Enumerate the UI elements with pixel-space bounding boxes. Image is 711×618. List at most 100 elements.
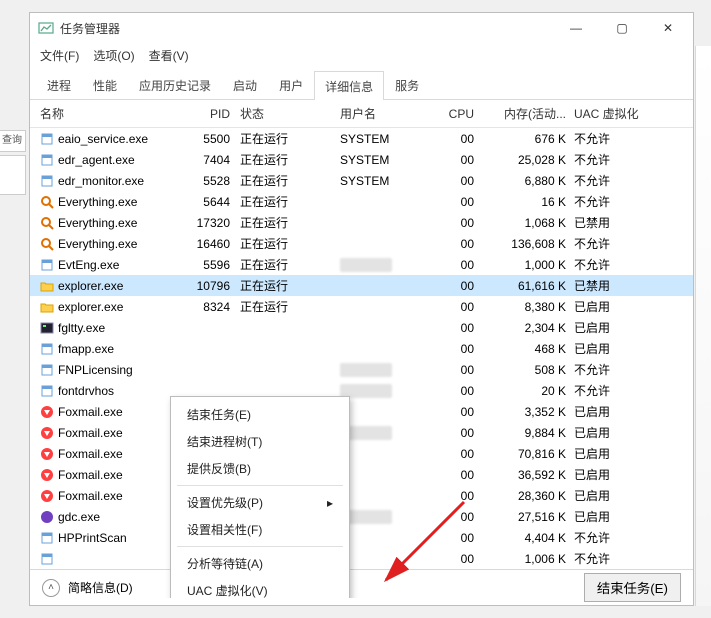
table-row[interactable]: edr_monitor.exe5528正在运行SYSTEM006,880 K不允… <box>30 170 693 191</box>
cell-pid: 17320 <box>188 216 240 230</box>
cell-status: 正在运行 <box>240 172 340 189</box>
cell-cpu: 00 <box>430 258 474 272</box>
cell-memory: 1,006 K <box>474 552 566 566</box>
tab-services[interactable]: 服务 <box>384 70 430 99</box>
tab-performance[interactable]: 性能 <box>82 70 128 99</box>
table-row[interactable]: Foxmail.exe0028,360 K已启用 <box>30 485 693 506</box>
table-row[interactable]: Foxmail.exe0070,816 K已启用 <box>30 443 693 464</box>
col-status[interactable]: 状态 <box>240 105 340 122</box>
table-row[interactable]: Foxmail.exe0036,592 K已启用 <box>30 464 693 485</box>
menu-file[interactable]: 文件(F) <box>40 47 79 64</box>
context-menu-item[interactable]: 设置优先级(P)▸ <box>173 489 347 516</box>
col-uac[interactable]: UAC 虚拟化 <box>566 105 646 122</box>
cell-name: Foxmail.exe <box>58 426 123 440</box>
table-row[interactable]: Foxmail.exe009,884 K已启用 <box>30 422 693 443</box>
cell-uac: 已启用 <box>566 508 646 525</box>
end-task-button[interactable]: 结束任务(E) <box>584 573 681 602</box>
cell-uac: 已启用 <box>566 466 646 483</box>
tab-app-history[interactable]: 应用历史记录 <box>128 70 222 99</box>
minimize-button[interactable]: — <box>553 13 599 43</box>
cell-memory: 70,816 K <box>474 447 566 461</box>
cell-name: eaio_service.exe <box>58 132 148 146</box>
table-row[interactable]: Everything.exe5644正在运行0016 K不允许 <box>30 191 693 212</box>
cell-cpu: 00 <box>430 342 474 356</box>
table-row[interactable]: HPPrintScan004,404 K不允许 <box>30 527 693 548</box>
cell-status: 正在运行 <box>240 193 340 210</box>
tab-users[interactable]: 用户 <box>268 70 314 99</box>
table-row[interactable]: FNPLicensing00508 K不允许 <box>30 359 693 380</box>
cell-cpu: 00 <box>430 153 474 167</box>
table-row[interactable]: edr_agent.exe7404正在运行SYSTEM0025,028 K不允许 <box>30 149 693 170</box>
menu-view[interactable]: 查看(V) <box>149 47 189 64</box>
maximize-button[interactable]: ▢ <box>599 13 645 43</box>
cell-memory: 136,608 K <box>474 237 566 251</box>
cell-cpu: 00 <box>430 405 474 419</box>
cell-memory: 9,884 K <box>474 426 566 440</box>
tab-processes[interactable]: 进程 <box>36 70 82 99</box>
brief-info-link[interactable]: 简略信息(D) <box>68 579 133 596</box>
col-memory[interactable]: 内存(活动... <box>474 105 566 122</box>
table-row[interactable]: explorer.exe10796正在运行0061,616 K已禁用 <box>30 275 693 296</box>
menu-separator <box>177 546 343 547</box>
context-menu-item[interactable]: UAC 虚拟化(V) <box>173 577 347 598</box>
cell-cpu: 00 <box>430 426 474 440</box>
context-menu-item[interactable]: 分析等待链(A) <box>173 550 347 577</box>
folder-icon <box>40 279 54 293</box>
table-row[interactable]: gdc.exe0027,516 K已启用 <box>30 506 693 527</box>
menu-options[interactable]: 选项(O) <box>93 47 134 64</box>
menu-item-label: 分析等待链(A) <box>187 555 263 572</box>
table-row[interactable]: fmapp.exe00468 K已启用 <box>30 338 693 359</box>
table-row[interactable]: fontdrvhos0020 K不允许 <box>30 380 693 401</box>
table-row[interactable]: eaio_service.exe5500正在运行SYSTEM00676 K不允许 <box>30 128 693 149</box>
table-row[interactable]: fgltty.exe002,304 K已启用 <box>30 317 693 338</box>
cell-name: fontdrvhos <box>58 384 114 398</box>
cell-pid: 7404 <box>188 153 240 167</box>
col-pid[interactable]: PID <box>188 107 240 121</box>
table-row[interactable]: Everything.exe17320正在运行001,068 K已禁用 <box>30 212 693 233</box>
tab-details[interactable]: 详细信息 <box>314 71 384 100</box>
submenu-arrow-icon: ▸ <box>327 496 333 510</box>
col-cpu[interactable]: CPU <box>430 107 474 121</box>
generic-icon <box>40 174 54 188</box>
table-row[interactable]: Everything.exe16460正在运行00136,608 K不允许 <box>30 233 693 254</box>
context-menu-item[interactable]: 结束进程树(T) <box>173 428 347 455</box>
context-menu-item[interactable]: 提供反馈(B) <box>173 455 347 482</box>
collapse-toggle[interactable]: ˄ <box>42 579 60 597</box>
col-user[interactable]: 用户名 <box>340 105 430 122</box>
cell-name: Everything.exe <box>58 195 137 209</box>
close-button[interactable]: ✕ <box>645 13 691 43</box>
generic-icon <box>40 132 54 146</box>
table-row[interactable]: Foxmail.exe003,352 K已启用 <box>30 401 693 422</box>
cell-memory: 4,404 K <box>474 531 566 545</box>
cell-cpu: 00 <box>430 468 474 482</box>
context-menu-item[interactable]: 结束任务(E) <box>173 401 347 428</box>
cell-name: explorer.exe <box>58 300 123 314</box>
blurred-username <box>340 258 392 272</box>
task-manager-window: 任务管理器 — ▢ ✕ 文件(F) 选项(O) 查看(V) 进程 性能 应用历史… <box>29 12 694 606</box>
search-icon <box>40 195 54 209</box>
cell-name: Everything.exe <box>58 216 137 230</box>
col-name[interactable]: 名称 <box>40 105 188 122</box>
menu-item-label: UAC 虚拟化(V) <box>187 582 268 598</box>
tab-startup[interactable]: 启动 <box>222 70 268 99</box>
cell-pid: 16460 <box>188 237 240 251</box>
table-row[interactable]: EvtEng.exe5596正在运行001,000 K不允许 <box>30 254 693 275</box>
fox-icon <box>40 468 54 482</box>
table-row[interactable]: explorer.exe8324正在运行008,380 K已启用 <box>30 296 693 317</box>
cell-memory: 1,068 K <box>474 216 566 230</box>
menu-item-label: 结束进程树(T) <box>187 433 262 450</box>
table-row[interactable]: 001,006 K不允许 <box>30 548 693 569</box>
column-headers: 名称 PID 状态 用户名 CPU 内存(活动... UAC 虚拟化 <box>30 100 693 128</box>
cell-cpu: 00 <box>430 321 474 335</box>
menu-item-label: 结束任务(E) <box>187 406 251 423</box>
cell-name: EvtEng.exe <box>58 258 119 272</box>
cell-user: SYSTEM <box>340 174 389 188</box>
context-menu-item[interactable]: 设置相关性(F) <box>173 516 347 543</box>
cell-pid: 8324 <box>188 300 240 314</box>
cell-cpu: 00 <box>430 195 474 209</box>
cell-uac: 不允许 <box>566 529 646 546</box>
cell-uac: 不允许 <box>566 361 646 378</box>
cell-uac: 不允许 <box>566 382 646 399</box>
folder-icon <box>40 300 54 314</box>
external-scrollbar <box>695 46 711 606</box>
